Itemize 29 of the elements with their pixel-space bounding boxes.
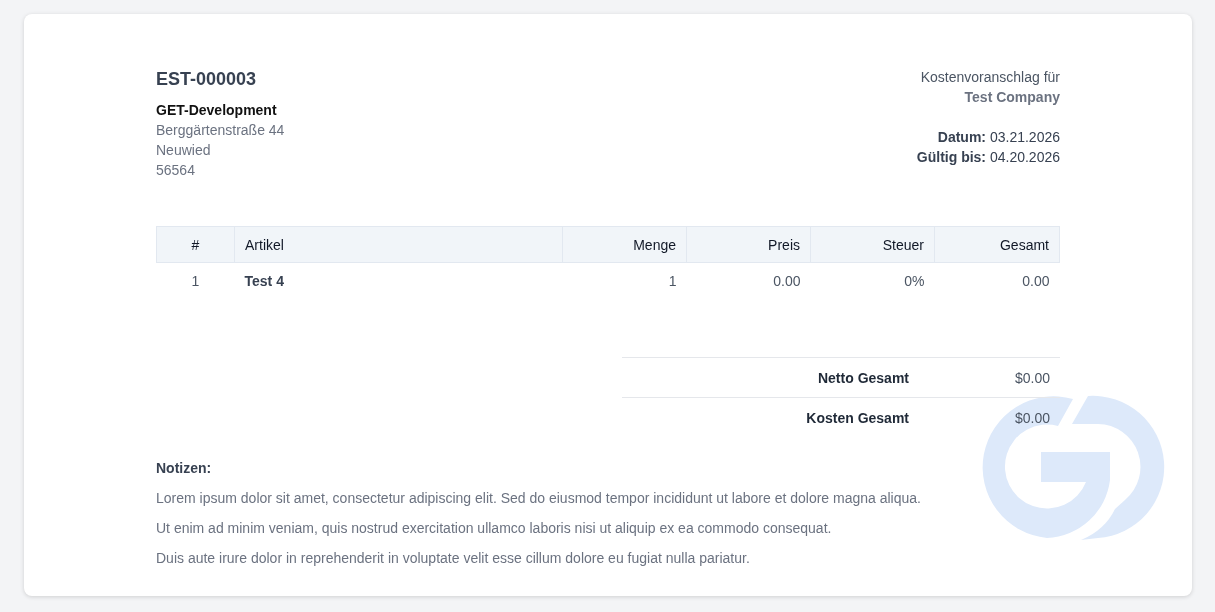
column-header: # [156, 226, 235, 263]
total-value: $0.00 [1013, 369, 1051, 386]
column-header: Steuer [810, 226, 935, 263]
table-cell: 0.00 [686, 262, 811, 298]
date-line: Datum: 03.21.2026 [936, 128, 1060, 147]
company-zip: 56564 [156, 161, 196, 180]
company-street: Berggärtenstraße 44 [156, 121, 285, 140]
total-label: Netto Gesamt [816, 369, 910, 386]
estimate-number: EST-000003 [156, 69, 258, 90]
table-cell: 1 [156, 262, 235, 298]
total-label: Kosten Gesamt [805, 409, 910, 426]
notes-paragraph: Duis aute irure dolor in reprehenderit in voluptate velit esse cillum dolore eu fugiat nulla pariatur. [156, 549, 751, 568]
company-city: Neuwied [156, 141, 212, 160]
column-header: Artikel [234, 226, 563, 263]
table-cell: 1 [562, 262, 687, 298]
recipient-label: Kostenvoranschlag für [919, 68, 1060, 87]
total-value: $0.00 [1013, 409, 1051, 426]
table-cell: 0.00 [934, 262, 1060, 298]
column-header: Menge [562, 226, 687, 263]
company-name: GET-Development [156, 101, 278, 120]
notes-title: Notizen: [156, 459, 213, 478]
table-cell: Test 4 [234, 262, 563, 298]
notes-paragraph: Ut enim ad minim veniam, quis nostrud exercitation ullamco laboris nisi ut aliquip ex ea commodo consequat. [156, 519, 833, 538]
date-line: Gültig bis: 04.20.2026 [916, 148, 1060, 167]
notes-paragraph: Lorem ipsum dolor sit amet, consectetur adipiscing elit. Sed do eiusmod tempor incididunt ut labore et dolore magna aliqua. [156, 489, 922, 508]
recipient-name: Test Company [963, 88, 1060, 107]
column-header: Gesamt [934, 226, 1060, 263]
column-header: Preis [686, 226, 811, 263]
table-cell: 0% [810, 262, 935, 298]
